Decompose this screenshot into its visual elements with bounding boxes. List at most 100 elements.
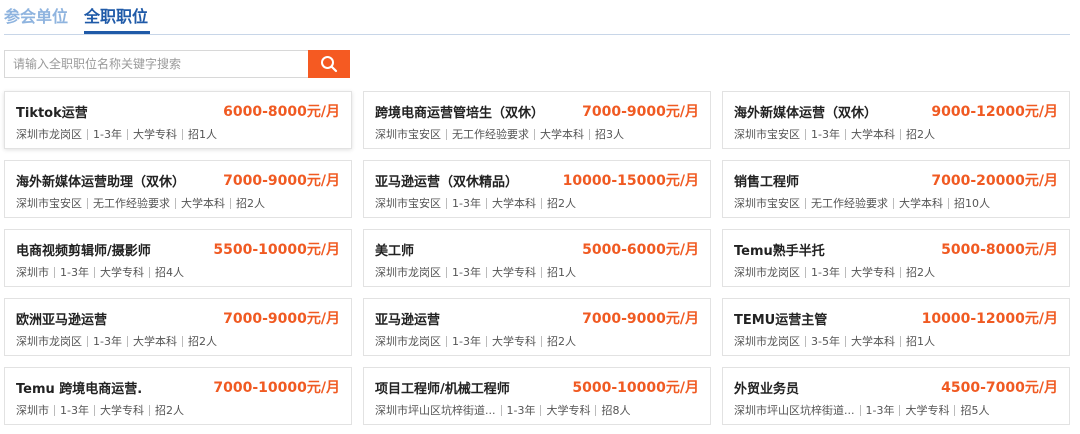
job-card[interactable]: Temu熟手半托 5000-8000元/月 深圳市龙岗区 1-3年 大学专科 招2人 — [722, 229, 1070, 287]
job-card[interactable]: TEMU运营主管 10000-12000元/月 深圳市龙岗区 3-5年 大学本科 招1人 — [722, 298, 1070, 356]
job-headcount: 招2人 — [154, 404, 184, 417]
job-salary: 9000-12000元/月 — [931, 104, 1058, 120]
job-salary: 10000-15000元/月 — [562, 173, 699, 189]
meta-divider — [893, 197, 894, 209]
meta-divider — [446, 335, 447, 347]
job-list: Tiktok运营 6000-8000元/月 深圳市龙岗区 1-3年 大学专科 招1人 跨境电… — [4, 91, 1070, 425]
meta-divider — [899, 128, 901, 140]
job-salary: 7000-9000元/月 — [223, 173, 340, 189]
search-icon — [321, 56, 338, 73]
job-card[interactable]: 跨境电商运营管培生（双休） 7000-9000元/月 深圳市宝安区 无工作经验要求 大学… — [363, 91, 711, 149]
job-title[interactable]: 项目工程师/机械工程师 — [375, 378, 510, 397]
meta-divider — [181, 128, 183, 140]
job-headcount: 招4人 — [154, 266, 184, 279]
job-education: 大学本科 — [132, 335, 177, 348]
meta-divider — [954, 404, 956, 416]
job-experience: 1-3年 — [60, 404, 89, 417]
job-title[interactable]: TEMU运营主管 — [734, 309, 827, 328]
job-salary: 5500-10000元/月 — [213, 242, 340, 258]
job-meta: 深圳市龙岗区 1-3年 大学专科 招2人 — [375, 333, 576, 349]
meta-divider — [93, 266, 95, 278]
job-title[interactable]: 电商视频剪辑师/摄影师 — [16, 240, 151, 259]
meta-divider — [87, 128, 88, 140]
job-title[interactable]: Tiktok运营 — [16, 102, 88, 121]
job-title[interactable]: 亚马逊运营（双休精品） — [375, 171, 518, 190]
job-title[interactable]: 欧洲亚马逊运营 — [16, 309, 107, 328]
meta-divider — [534, 128, 535, 140]
job-title[interactable]: Temu熟手半托 — [734, 240, 825, 259]
meta-divider — [540, 404, 542, 416]
search-bar — [4, 50, 350, 78]
job-headcount: 招1人 — [546, 266, 576, 279]
job-card[interactable]: 亚马逊运营（双休精品） 10000-15000元/月 深圳市宝安区 1-3年 大学本科招… — [363, 160, 711, 218]
job-experience: 1-3年 — [60, 266, 89, 279]
job-experience: 无工作经验要求 — [93, 197, 170, 210]
job-education: 大学本科 — [899, 197, 943, 210]
job-card[interactable]: 项目工程师/机械工程师 5000-10000元/月深圳市坪山区坑梓街道... 1-3… — [363, 367, 711, 425]
job-experience: 无工作经验要求 — [811, 197, 888, 210]
job-title[interactable]: 外贸业务员 — [734, 378, 799, 397]
job-location: 深圳市坪山区坑梓街道... — [734, 404, 855, 417]
job-card[interactable]: 海外新媒体运营助理（双休） 7000-9000元/月深圳市宝安区 无工作经验要求 大学… — [4, 160, 352, 218]
job-education: 大学本科 — [850, 128, 895, 141]
job-experience: 1-3年 — [452, 197, 481, 210]
job-salary: 7000-10000元/月 — [213, 380, 340, 396]
job-education: 大学本科 — [850, 335, 895, 348]
job-title[interactable]: 海外新媒体运营助理（双休） — [16, 171, 185, 190]
job-card[interactable]: 销售工程师 7000-20000元/月 深圳市宝安区 无工作经验要求 大学本科 招10人 — [722, 160, 1070, 218]
job-card[interactable]: 海外新媒体运营（双休） 9000-12000元/月 深圳市宝安区 1-3年 大学本科 招2… — [722, 91, 1070, 149]
job-experience: 1-3年 — [811, 266, 840, 279]
meta-divider — [805, 266, 806, 278]
job-meta: 深圳市宝安区 无工作经验要求 大学本科 招10人 — [734, 195, 990, 211]
meta-divider — [485, 335, 487, 347]
job-location: 深圳市 — [16, 266, 49, 279]
job-experience: 1-3年 — [506, 404, 536, 417]
meta-divider — [948, 197, 949, 209]
search-input[interactable] — [4, 50, 308, 78]
job-experience: 1-3年 — [452, 266, 481, 279]
tab-fulltime-jobs[interactable]: 全职职位 — [84, 6, 148, 28]
job-location: 深圳市龙岗区 — [734, 335, 800, 348]
meta-divider — [87, 197, 88, 209]
meta-divider — [844, 335, 846, 347]
job-card[interactable]: Tiktok运营 6000-8000元/月 深圳市龙岗区 1-3年 大学专科 招1人 — [4, 91, 352, 149]
job-title[interactable]: 美工师 — [375, 240, 414, 259]
job-location: 深圳市宝安区 — [16, 197, 82, 210]
job-card[interactable]: Temu 跨境电商运营. 7000-10000元/月深圳市 1-3年 大学专科 招2人 — [4, 367, 352, 425]
meta-divider — [148, 404, 150, 416]
job-meta: 深圳市龙岗区 1-3年 大学本科 招2人 — [16, 333, 217, 349]
job-title[interactable]: 跨境电商运营管培生（双休） — [375, 102, 544, 121]
job-experience: 1-3年 — [93, 335, 122, 348]
job-headcount: 招1人 — [187, 128, 217, 141]
job-card[interactable]: 欧洲亚马逊运营 7000-9000元/月 深圳市龙岗区 1-3年 大学本科 招2人 — [4, 298, 352, 356]
job-meta: 深圳市 1-3年 大学专科 招2人 — [16, 402, 184, 418]
job-headcount: 招2人 — [546, 197, 576, 210]
meta-divider — [446, 197, 447, 209]
job-card[interactable]: 美工师 5000-6000元/月 深圳市龙岗区 1-3年 大学专科 招1人 — [363, 229, 711, 287]
job-card[interactable]: 亚马逊运营 7000-9000元/月 深圳市龙岗区 1-3年 大学专科 招2人 — [363, 298, 711, 356]
job-title[interactable]: 亚马逊运营 — [375, 309, 440, 328]
job-title[interactable]: 销售工程师 — [734, 171, 799, 190]
job-card[interactable]: 电商视频剪辑师/摄影师 5500-10000元/月 深圳市 1-3年 大学专科 招4人 — [4, 229, 352, 287]
job-education: 大学专科 — [99, 404, 144, 417]
job-education: 大学本科 — [181, 197, 225, 210]
meta-divider — [54, 404, 55, 416]
job-card[interactable]: 外贸业务员 4500-7000元/月 深圳市坪山区坑梓街道... 1-3年 大学专科 招5… — [722, 367, 1070, 425]
job-title[interactable]: Temu 跨境电商运营. — [16, 378, 142, 397]
search-button[interactable] — [308, 50, 350, 78]
job-salary: 5000-10000元/月 — [572, 380, 699, 396]
job-headcount: 招2人 — [905, 266, 935, 279]
job-meta: 深圳市宝安区 无工作经验要求 大学本科 招3人 — [375, 126, 624, 142]
meta-divider — [859, 404, 861, 416]
job-meta: 深圳市坪山区坑梓街道... 1-3年 大学专科 招8人 — [375, 402, 630, 418]
meta-divider — [230, 197, 231, 209]
job-headcount: 招3人 — [595, 128, 624, 141]
meta-divider — [595, 404, 597, 416]
meta-divider — [148, 266, 150, 278]
job-headcount: 招1人 — [905, 335, 935, 348]
meta-divider — [805, 197, 806, 209]
tab-exhibitors[interactable]: 参会单位 — [4, 6, 68, 28]
job-experience: 1-3年 — [452, 335, 481, 348]
job-location: 深圳市龙岗区 — [16, 128, 82, 141]
job-title[interactable]: 海外新媒体运营（双休） — [734, 102, 877, 121]
